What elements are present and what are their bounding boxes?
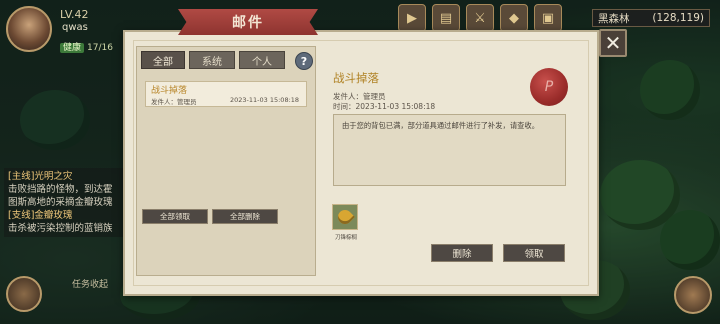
tab-system[interactable]: 系统 bbox=[189, 51, 235, 69]
swords-icon[interactable]: ⚔ bbox=[466, 4, 494, 32]
bag-icon[interactable]: ◆ bbox=[500, 4, 528, 32]
mail-detail-title: 战斗掉落 bbox=[333, 71, 379, 85]
quest-title: 金瓣玫瑰 bbox=[34, 210, 73, 221]
quest-item[interactable]: [主线]光明之灾 bbox=[8, 170, 120, 183]
wax-seal-icon: P bbox=[530, 68, 568, 106]
mail-tabs: 全部 系统 个人 bbox=[141, 51, 285, 69]
help-icon[interactable]: ? bbox=[295, 52, 313, 70]
mail-title: 邮件 bbox=[178, 9, 318, 35]
health-status: 健康 17/16 bbox=[60, 40, 113, 53]
mail-item-date: 2023-11-03 15:08:18 bbox=[230, 96, 300, 104]
character-menu-button[interactable] bbox=[6, 276, 42, 312]
mail-detail-time: 时间：2023-11-03 15:08:18 bbox=[333, 102, 436, 111]
attachment-name: 刀锋棕榈 bbox=[334, 235, 357, 241]
mail-list-panel: 全部 系统 个人 ? 战斗掉落 发件人：管理员 2023-11-03 15:08… bbox=[136, 46, 316, 276]
quest-title: 光明之灾 bbox=[34, 171, 73, 182]
close-button[interactable]: ✕ bbox=[599, 29, 627, 57]
play-icon[interactable]: ▶ bbox=[398, 4, 426, 32]
quest-tracker[interactable]: [主线]光明之灾 击败挡路的怪物，到达霍图斯高地的采摘金瓣玫瑰 [支线]金瓣玫瑰… bbox=[4, 168, 124, 237]
chest-icon[interactable]: ▣ bbox=[534, 4, 562, 32]
quest-item[interactable]: [支线]金瓣玫瑰 bbox=[8, 209, 120, 222]
tab-all[interactable]: 全部 bbox=[141, 51, 185, 69]
health-tag: 健康 bbox=[60, 43, 85, 53]
attachment-item[interactable] bbox=[332, 204, 358, 230]
mail-body-text: 由于您的背包已满，部分道具通过邮件进行了补发，请查收。 bbox=[342, 121, 540, 130]
scroll-icon[interactable]: ▤ bbox=[432, 4, 460, 32]
mail-body-box: 由于您的背包已满，部分道具通过邮件进行了补发，请查收。 bbox=[333, 114, 566, 186]
claim-all-button[interactable]: 全部领取 bbox=[142, 209, 208, 224]
health-value: 17/16 bbox=[87, 43, 113, 53]
quest-desc: 击败挡路的怪物，到达霍图斯高地的采摘金瓣玫瑰 bbox=[8, 184, 113, 208]
quest-tag: [支线] bbox=[8, 210, 35, 221]
region-name: 黑森林 bbox=[598, 12, 630, 25]
palm-leaf-icon bbox=[335, 207, 355, 227]
quest-desc: 击杀被污染控制的蓝销族 bbox=[8, 223, 113, 234]
quest-tag: [主线] bbox=[8, 171, 35, 182]
player-level: LV.42 bbox=[60, 8, 89, 21]
player-name: qwas bbox=[62, 22, 88, 33]
mail-item-title: 战斗掉落 bbox=[151, 86, 188, 96]
map-button[interactable] bbox=[674, 276, 712, 314]
mail-list-item[interactable]: 战斗掉落 发件人：管理员 2023-11-03 15:08:18 bbox=[145, 81, 307, 107]
mail-item-sender: 发件人：管理员 bbox=[151, 98, 197, 106]
region-info: 黑森林 (128,119) bbox=[592, 9, 710, 27]
delete-button[interactable]: 删除 bbox=[431, 244, 493, 262]
tab-personal[interactable]: 个人 bbox=[239, 51, 285, 69]
claim-button[interactable]: 领取 bbox=[503, 244, 565, 262]
player-avatar[interactable] bbox=[6, 6, 52, 52]
task-collapse-toggle[interactable]: 任务收起 bbox=[72, 277, 108, 290]
delete-all-button[interactable]: 全部删除 bbox=[212, 209, 278, 224]
region-coords: (128,119) bbox=[652, 12, 704, 24]
top-menu-bar: ▶ ▤ ⚔ ◆ ▣ bbox=[398, 4, 562, 32]
